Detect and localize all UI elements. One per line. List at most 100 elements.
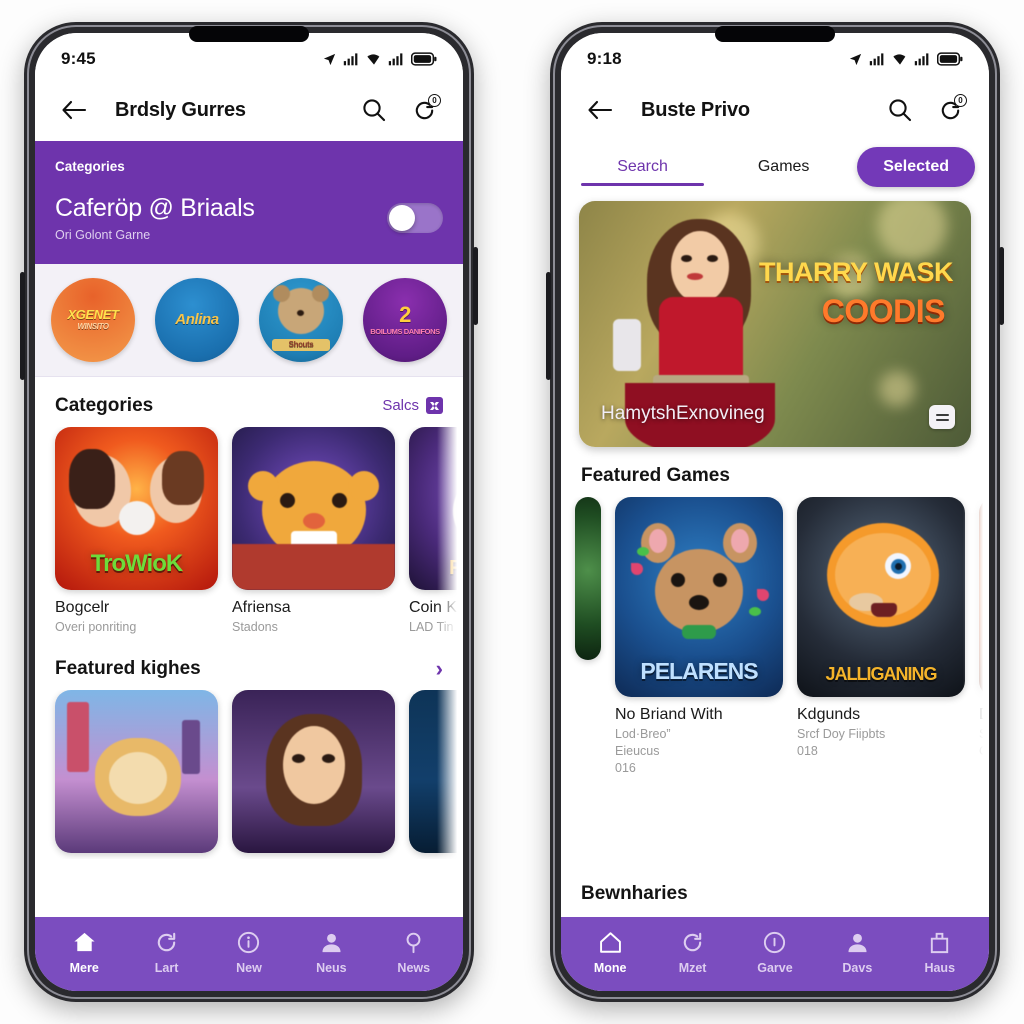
list-icon[interactable] bbox=[929, 405, 955, 429]
nav-item-home[interactable]: Mere bbox=[48, 930, 120, 975]
tab-selected[interactable]: Selected bbox=[857, 147, 975, 187]
location-icon bbox=[323, 53, 336, 65]
nav-item-refresh[interactable]: Lart bbox=[131, 930, 203, 975]
category-circle-item[interactable]: 2 BOILUMS DANIFONS bbox=[363, 277, 447, 362]
bottom-nav-right: Mone Mzet Garve Davs Haus bbox=[561, 917, 989, 991]
promo-subtitle: Ori Golont Garne bbox=[55, 227, 151, 242]
game-card[interactable] bbox=[575, 497, 601, 775]
game-card[interactable]: Afriensa Stadons bbox=[232, 426, 395, 634]
game-card[interactable] bbox=[232, 689, 395, 853]
section-title: Featured Games bbox=[581, 465, 730, 486]
refresh-icon bbox=[683, 932, 702, 951]
nav-label: Neus bbox=[316, 960, 347, 975]
game-card[interactable]: FAC VAW Coin K LAD Tin bbox=[409, 426, 463, 634]
nav-item-person[interactable]: Davs bbox=[821, 930, 893, 975]
person-icon bbox=[848, 933, 867, 952]
location-icon bbox=[849, 53, 862, 65]
nav-item-pin[interactable]: News bbox=[378, 930, 450, 975]
arrow-left-icon bbox=[62, 100, 87, 120]
nav-label: Mere bbox=[69, 960, 99, 975]
categories-action[interactable]: Salcs bbox=[382, 397, 443, 415]
notch-left bbox=[189, 26, 309, 42]
sync-button[interactable]: 0 bbox=[933, 93, 967, 127]
search-button[interactable] bbox=[883, 93, 917, 127]
promo-toggle[interactable] bbox=[387, 202, 443, 233]
game-card-art-text: JALLIGANING bbox=[825, 664, 937, 684]
signal-icon bbox=[343, 53, 358, 66]
game-card-art-text bbox=[232, 578, 395, 590]
status-icons bbox=[848, 52, 963, 67]
game-card-subtitle-1: Lod·Breo” bbox=[615, 727, 671, 741]
app-bar-right: Buste Privo 0 bbox=[561, 79, 989, 141]
game-card-name: Bogcelr bbox=[55, 598, 110, 616]
power-button-left[interactable] bbox=[473, 247, 478, 325]
game-card[interactable]: JALLIGANING Kdgunds Srcf Doy Fiipbts 018 bbox=[797, 497, 965, 775]
power-button-right[interactable] bbox=[999, 247, 1004, 325]
sync-button[interactable]: 0 bbox=[407, 93, 441, 127]
game-card-subtitle-2: 018 bbox=[797, 744, 818, 758]
nav-label: New bbox=[236, 960, 262, 975]
circle-label: Shouts bbox=[272, 338, 330, 351]
category-circle-item[interactable]: XGENET WINSITO bbox=[51, 277, 135, 362]
section-title: Featured kighes bbox=[55, 657, 201, 679]
screenshot-stage: 9:45 Brdsly Gurres 0 Categories Caferöp … bbox=[0, 0, 1024, 1024]
hero-banner[interactable]: THARRY WASK COODIS HamytshExnovineg bbox=[579, 201, 971, 447]
wifi-icon bbox=[367, 54, 380, 65]
page-title: Buste Privo bbox=[641, 98, 750, 121]
signal-icon-2 bbox=[914, 53, 929, 66]
game-card-art: FAC VAW bbox=[409, 426, 463, 590]
game-card-name: Dos bbox=[979, 706, 989, 723]
game-card[interactable]: Dos Soni CVD bbox=[979, 497, 989, 775]
game-card[interactable] bbox=[409, 689, 463, 853]
left-phone-device: 9:45 Brdsly Gurres 0 Categories Caferöp … bbox=[20, 22, 478, 1002]
volume-button-left[interactable] bbox=[20, 272, 25, 380]
tab-games[interactable]: Games bbox=[716, 152, 851, 188]
game-card-name: Coin K bbox=[409, 598, 458, 616]
signal-icon-2 bbox=[388, 53, 403, 66]
nav-label: Davs bbox=[842, 960, 873, 975]
featured-games-scroller[interactable]: PELARENS No Briand With Lod·Breo” Eieucu… bbox=[561, 497, 989, 781]
nav-item-home[interactable]: Mone bbox=[574, 930, 646, 975]
back-button[interactable] bbox=[57, 93, 91, 127]
chevron-right-icon[interactable]: › bbox=[436, 657, 443, 680]
nav-item-refresh[interactable]: Mzet bbox=[657, 930, 729, 975]
nav-label: Lart bbox=[154, 960, 179, 975]
category-circle-item[interactable]: Anlina bbox=[155, 277, 239, 362]
nav-item-person[interactable]: Neus bbox=[295, 930, 367, 975]
categories-section-header: Categories Salcs bbox=[35, 377, 463, 427]
featured-card-scroller[interactable] bbox=[35, 689, 463, 917]
game-card[interactable]: TroWioK Bogcelr Overi ponriting bbox=[55, 426, 218, 634]
nav-item-info[interactable]: New bbox=[213, 930, 285, 975]
toggle-knob bbox=[389, 204, 415, 231]
featured-card-row bbox=[35, 689, 463, 859]
nav-item-info[interactable]: Garve bbox=[739, 930, 811, 975]
game-card-art: PELARENS bbox=[615, 497, 783, 697]
back-button[interactable] bbox=[583, 93, 617, 127]
search-button[interactable] bbox=[357, 93, 391, 127]
section-title: Categories bbox=[55, 394, 154, 416]
categories-card-scroller[interactable]: TroWioK Bogcelr Overi ponriting Afriensa… bbox=[35, 426, 463, 640]
bag-icon bbox=[931, 932, 949, 953]
circle-label: 2 bbox=[399, 302, 411, 327]
game-card[interactable] bbox=[55, 689, 218, 853]
refresh-icon bbox=[157, 932, 176, 951]
tab-bar: Search Games Selected bbox=[561, 141, 989, 195]
category-circle-item[interactable]: Shouts bbox=[259, 277, 343, 362]
bottom-nav-left: Mere Lart New Neus News bbox=[35, 917, 463, 991]
game-card[interactable]: PELARENS No Briand With Lod·Breo” Eieucu… bbox=[615, 497, 783, 775]
tab-search[interactable]: Search bbox=[575, 152, 710, 188]
circle-sublabel: WINSITO bbox=[77, 322, 109, 332]
circle-label: XGENET bbox=[67, 307, 119, 323]
action-label: Salcs bbox=[382, 397, 419, 415]
home-icon bbox=[74, 932, 95, 951]
nav-item-bag[interactable]: Haus bbox=[904, 930, 976, 975]
game-card-subtitle-2: Eieucus bbox=[615, 744, 660, 758]
app-bar-left: Brdsly Gurres 0 bbox=[35, 79, 463, 141]
promo-title: Caferöp @ Briaals bbox=[55, 194, 255, 222]
wifi-icon bbox=[893, 54, 906, 65]
promo-banner[interactable]: Categories Caferöp @ Briaals Ori Golont … bbox=[35, 141, 463, 264]
game-card-art bbox=[232, 689, 395, 853]
right-phone-device: 9:18 Buste Privo 0 Search Games Selected… bbox=[546, 22, 1004, 1002]
volume-button-right[interactable] bbox=[546, 272, 551, 380]
status-clock: 9:18 bbox=[587, 49, 622, 68]
